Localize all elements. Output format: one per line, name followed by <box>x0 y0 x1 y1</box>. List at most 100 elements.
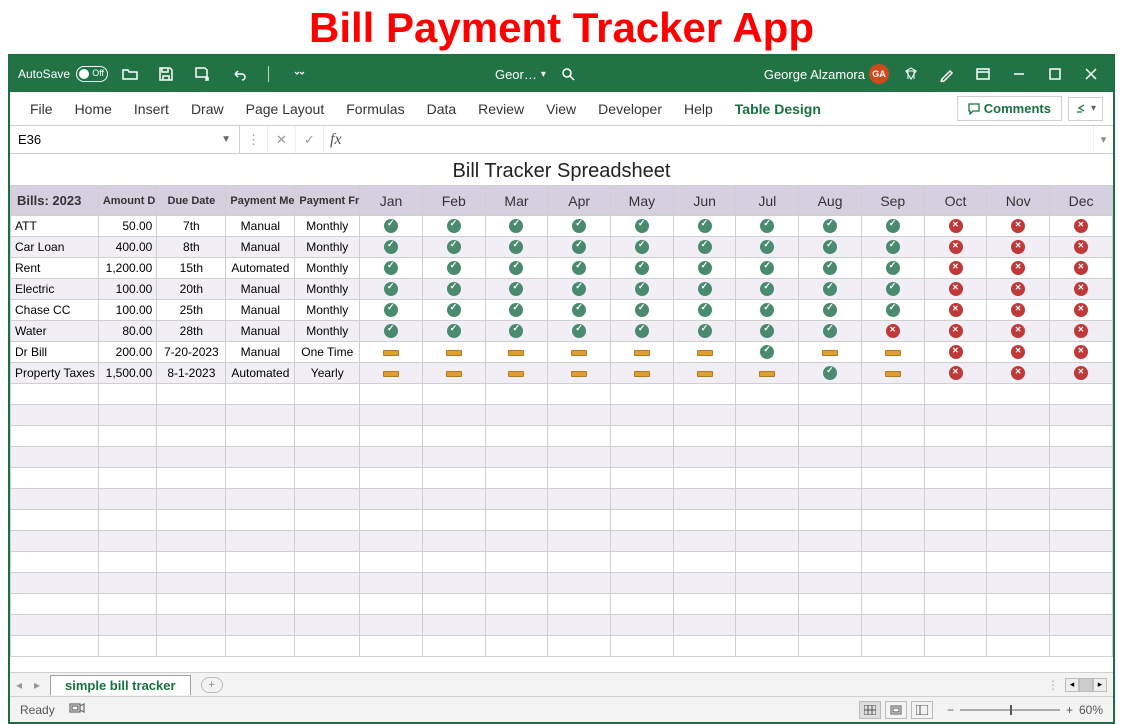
table-row[interactable]: Dr Bill200.007-20-2023ManualOne Time <box>11 342 1113 363</box>
save-as-icon[interactable] <box>188 60 216 88</box>
cell-empty[interactable] <box>736 510 799 531</box>
cell-empty[interactable] <box>422 468 485 489</box>
cell-empty[interactable] <box>295 447 360 468</box>
cell-status[interactable] <box>861 300 924 321</box>
cell-empty[interactable] <box>861 636 924 657</box>
cell-empty[interactable] <box>157 510 226 531</box>
zoom-percent[interactable]: 60% <box>1079 703 1103 717</box>
cell-empty[interactable] <box>924 573 987 594</box>
cell-empty[interactable] <box>924 426 987 447</box>
cell-payment-method[interactable]: Manual <box>226 237 295 258</box>
cell-empty[interactable] <box>987 594 1050 615</box>
cell-empty[interactable] <box>548 552 611 573</box>
cell-status[interactable] <box>1050 321 1113 342</box>
cell-empty[interactable] <box>485 384 548 405</box>
cell-empty[interactable] <box>924 447 987 468</box>
cell-empty[interactable] <box>422 531 485 552</box>
cell-empty[interactable] <box>226 531 295 552</box>
table-row[interactable]: ATT50.007thManualMonthly <box>11 216 1113 237</box>
cell-empty[interactable] <box>611 594 674 615</box>
cell-empty[interactable] <box>11 405 99 426</box>
cell-empty[interactable] <box>861 405 924 426</box>
table-row-empty[interactable] <box>11 468 1113 489</box>
table-row-empty[interactable] <box>11 384 1113 405</box>
cell-empty[interactable] <box>611 531 674 552</box>
cell-empty[interactable] <box>485 615 548 636</box>
ribbon-mode-icon[interactable] <box>969 60 997 88</box>
cell-status[interactable] <box>422 237 485 258</box>
header-month-jan[interactable]: Jan <box>360 186 423 216</box>
tab-view[interactable]: View <box>536 95 586 123</box>
cell-empty[interactable] <box>11 468 99 489</box>
cell-empty[interactable] <box>157 447 226 468</box>
cell-status[interactable] <box>673 363 736 384</box>
table-row-empty[interactable] <box>11 405 1113 426</box>
cell-empty[interactable] <box>861 447 924 468</box>
tab-nav-prev[interactable]: ◂ <box>10 678 28 692</box>
expand-formula-bar-icon[interactable]: ▾ <box>1093 126 1113 153</box>
cell-status[interactable] <box>1050 300 1113 321</box>
cell-status[interactable] <box>360 363 423 384</box>
tab-developer[interactable]: Developer <box>588 95 672 123</box>
cell-status[interactable] <box>861 216 924 237</box>
table-row-empty[interactable] <box>11 447 1113 468</box>
cell-empty[interactable] <box>360 384 423 405</box>
cell-payment-method[interactable]: Manual <box>226 321 295 342</box>
cell-bill-name[interactable]: Property Taxes <box>11 363 99 384</box>
cell-empty[interactable] <box>422 594 485 615</box>
cell-bill-name[interactable]: ATT <box>11 216 99 237</box>
cell-empty[interactable] <box>226 636 295 657</box>
cell-empty[interactable] <box>157 594 226 615</box>
cell-status[interactable] <box>924 321 987 342</box>
cell-payment-frequency[interactable]: Monthly <box>295 237 360 258</box>
cell-empty[interactable] <box>611 426 674 447</box>
cell-status[interactable] <box>485 342 548 363</box>
cell-empty[interactable] <box>924 636 987 657</box>
cell-empty[interactable] <box>673 468 736 489</box>
header-month-may[interactable]: May <box>611 186 674 216</box>
cell-empty[interactable] <box>548 573 611 594</box>
cell-empty[interactable] <box>924 489 987 510</box>
pen-icon[interactable] <box>933 60 961 88</box>
cell-empty[interactable] <box>548 594 611 615</box>
table-row-empty[interactable] <box>11 594 1113 615</box>
cell-empty[interactable] <box>422 447 485 468</box>
cell-empty[interactable] <box>1050 552 1113 573</box>
cell-empty[interactable] <box>799 510 862 531</box>
cell-empty[interactable] <box>611 573 674 594</box>
cell-empty[interactable] <box>924 594 987 615</box>
cell-empty[interactable] <box>548 447 611 468</box>
cell-status[interactable] <box>422 216 485 237</box>
cell-status[interactable] <box>485 237 548 258</box>
cell-status[interactable] <box>924 342 987 363</box>
cell-empty[interactable] <box>736 384 799 405</box>
cell-empty[interactable] <box>485 573 548 594</box>
cell-status[interactable] <box>485 321 548 342</box>
cell-empty[interactable] <box>987 405 1050 426</box>
cell-empty[interactable] <box>360 447 423 468</box>
header-month-sep[interactable]: Sep <box>861 186 924 216</box>
cell-status[interactable] <box>548 258 611 279</box>
cell-empty[interactable] <box>11 426 99 447</box>
cell-empty[interactable] <box>157 552 226 573</box>
tab-home[interactable]: Home <box>65 95 122 123</box>
table-row-empty[interactable] <box>11 426 1113 447</box>
cell-empty[interactable] <box>861 468 924 489</box>
cell-due-date[interactable]: 25th <box>157 300 226 321</box>
cell-empty[interactable] <box>11 552 99 573</box>
cell-status[interactable] <box>799 300 862 321</box>
cell-empty[interactable] <box>422 573 485 594</box>
header-month-oct[interactable]: Oct <box>924 186 987 216</box>
table-row-empty[interactable] <box>11 510 1113 531</box>
cell-status[interactable] <box>485 363 548 384</box>
cell-empty[interactable] <box>157 489 226 510</box>
cell-empty[interactable] <box>157 636 226 657</box>
minimize-icon[interactable] <box>1005 60 1033 88</box>
scroll-thumb[interactable] <box>1079 678 1093 692</box>
cell-empty[interactable] <box>799 426 862 447</box>
cell-empty[interactable] <box>360 594 423 615</box>
cell-empty[interactable] <box>987 636 1050 657</box>
cell-status[interactable] <box>422 321 485 342</box>
cell-payment-method[interactable]: Manual <box>226 342 295 363</box>
table-row[interactable]: Electric100.0020thManualMonthly <box>11 279 1113 300</box>
